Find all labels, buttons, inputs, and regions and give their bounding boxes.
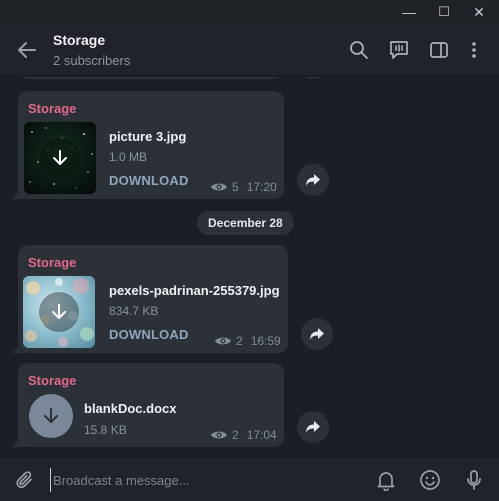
download-icon — [52, 304, 66, 319]
previous-message-bubble — [18, 77, 284, 79]
message-bubble[interactable]: Storage blankDoc.docx 15.8 KB 2 17:04 — [12, 363, 284, 447]
eye-icon — [211, 183, 227, 191]
minimize-button[interactable]: — — [394, 0, 424, 24]
download-overlay-button[interactable] — [40, 138, 80, 178]
message-input[interactable] — [50, 468, 360, 492]
date-separator: December 28 — [197, 211, 294, 235]
message-meta: 2 17:04 — [210, 428, 277, 442]
voice-record-button[interactable] — [462, 468, 486, 492]
file-size: 834.7 KB — [109, 304, 159, 318]
download-icon — [44, 408, 58, 423]
share-icon — [306, 174, 320, 186]
notifications-button[interactable] — [374, 468, 398, 492]
message-list[interactable]: Storage picture 3.jpg 1.0 MB DOWNLOAD 5 … — [0, 77, 499, 456]
sender-name[interactable]: Storage — [28, 255, 76, 270]
message-time: 17:20 — [246, 180, 277, 194]
back-button[interactable] — [15, 38, 39, 62]
chat-header: Storage 2 subscribers — [0, 24, 499, 76]
document-download-button[interactable] — [29, 394, 73, 438]
view-count: 2 — [232, 428, 239, 442]
attach-button[interactable] — [13, 468, 37, 492]
more-vertical-icon — [472, 42, 476, 58]
message-meta: 5 17:20 — [210, 180, 277, 194]
download-link[interactable]: DOWNLOAD — [109, 173, 189, 188]
search-icon — [350, 41, 368, 59]
eye-icon — [215, 337, 231, 345]
file-name: picture 3.jpg — [109, 129, 187, 144]
search-button[interactable] — [347, 38, 371, 62]
file-thumbnail[interactable] — [23, 276, 95, 348]
message-bubble[interactable]: Storage — [12, 91, 284, 199]
previous-share-button — [297, 77, 329, 79]
download-link[interactable]: DOWNLOAD — [109, 327, 189, 342]
view-count: 5 — [232, 180, 239, 194]
file-name: blankDoc.docx — [84, 401, 177, 416]
download-icon — [53, 150, 67, 165]
eye-icon — [211, 431, 227, 439]
share-icon — [306, 421, 320, 433]
share-icon — [310, 328, 324, 340]
share-button[interactable] — [297, 164, 329, 196]
maximize-button[interactable]: ☐ — [429, 0, 459, 24]
message-meta: 2 16:59 — [214, 334, 281, 348]
message-composer — [0, 457, 499, 501]
message-bubble[interactable]: Storage — [12, 245, 288, 353]
sidebar-toggle-icon — [430, 42, 448, 58]
channel-title[interactable]: Storage — [53, 32, 105, 48]
file-size: 15.8 KB — [84, 423, 127, 437]
file-name: pexels-padrinan-255379.jpg — [109, 283, 280, 298]
microphone-icon — [467, 470, 481, 490]
emoji-button[interactable] — [418, 468, 442, 492]
view-count: 2 — [236, 334, 243, 348]
window-title-bar: — ☐ ✕ — [0, 0, 499, 24]
sender-name[interactable]: Storage — [28, 373, 76, 388]
more-options-button[interactable] — [462, 38, 486, 62]
attach-icon — [16, 471, 32, 489]
channel-subtitle: 2 subscribers — [53, 53, 131, 68]
share-button[interactable] — [297, 411, 329, 443]
voice-chat-icon — [390, 41, 408, 59]
download-overlay-button[interactable] — [39, 292, 79, 332]
back-arrow-icon — [18, 42, 36, 58]
message-time: 16:59 — [250, 334, 281, 348]
message-time: 17:04 — [246, 428, 277, 442]
emoji-icon — [420, 470, 440, 490]
voice-chat-button[interactable] — [387, 38, 411, 62]
bell-icon — [377, 472, 395, 491]
file-size: 1.0 MB — [109, 150, 148, 164]
file-thumbnail[interactable] — [24, 122, 96, 194]
sender-name[interactable]: Storage — [28, 101, 76, 116]
sidebar-toggle-button[interactable] — [427, 38, 451, 62]
close-window-button[interactable]: ✕ — [464, 0, 494, 24]
share-button[interactable] — [301, 318, 333, 350]
